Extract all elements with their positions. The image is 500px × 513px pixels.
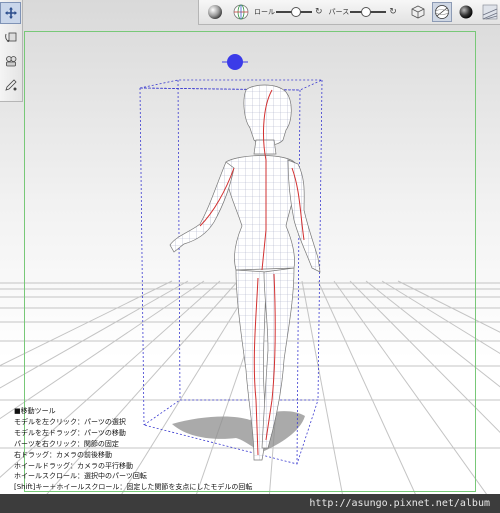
help-line: ホイールスクロール：選択中のパーツ回転 — [14, 472, 147, 481]
watermark-text: http://asungo.pixnet.net/album — [309, 498, 490, 509]
move-tool-icon — [4, 7, 17, 19]
wire-sphere-button[interactable] — [431, 2, 452, 22]
dark-sphere-button[interactable] — [456, 2, 476, 22]
cube-icon — [411, 5, 425, 19]
roll-label: ロール — [254, 8, 275, 16]
watermark-bar: http://asungo.pixnet.net/album — [0, 494, 500, 513]
floor-texture-button[interactable] — [480, 2, 500, 22]
pen-icon — [4, 79, 17, 91]
camera-rotate-button[interactable] — [0, 26, 21, 48]
camera-rotate-icon — [4, 32, 16, 43]
floor-grid-icon — [482, 4, 498, 20]
perspective-slider[interactable] — [350, 6, 387, 18]
pose-button[interactable] — [0, 50, 21, 72]
dark-sphere-icon — [459, 5, 473, 19]
globe-icon — [233, 4, 249, 20]
help-line: ホイールドラッグ：カメラの平行移動 — [14, 461, 133, 470]
pose-icon — [5, 56, 16, 67]
help-text: ■移動ツール モデルを左クリック：パーツの選択 モデルを左ドラッグ：パーツの移動… — [14, 406, 252, 493]
roll-slider[interactable] — [276, 6, 312, 18]
roll-reset-icon[interactable]: ↻ — [315, 7, 323, 17]
help-line: モデルを左ドラッグ：パーツの移動 — [14, 428, 126, 437]
help-line: モデルを左クリック：パーツの選択 — [14, 417, 126, 426]
help-line: パーツを右クリック：関節の固定 — [14, 439, 119, 448]
shaded-sphere-icon — [208, 5, 222, 19]
wireframe-sphere-icon — [434, 5, 449, 19]
help-heading: ■移動ツール — [14, 407, 56, 415]
top-toolbar: ロール ↻ パース ↻ — [198, 0, 500, 25]
move-tool-button[interactable] — [0, 2, 21, 24]
globe-button[interactable] — [231, 2, 251, 22]
cube-view-button[interactable] — [408, 2, 428, 22]
perspective-slider-knob[interactable] — [361, 7, 372, 17]
pen-button[interactable] — [0, 74, 21, 96]
help-line: 右ドラッグ：カメラの前後移動 — [14, 450, 112, 459]
left-toolbar — [0, 0, 23, 102]
render-sphere-button[interactable] — [205, 2, 225, 22]
help-line: [Shift]キー＋ホイールスクロール：固定した関節を支点にしたモデルの回転 — [14, 483, 253, 492]
roll-slider-knob[interactable] — [290, 7, 301, 17]
perspective-label: パース — [328, 8, 350, 16]
perspective-reset-icon[interactable]: ↻ — [389, 7, 397, 17]
